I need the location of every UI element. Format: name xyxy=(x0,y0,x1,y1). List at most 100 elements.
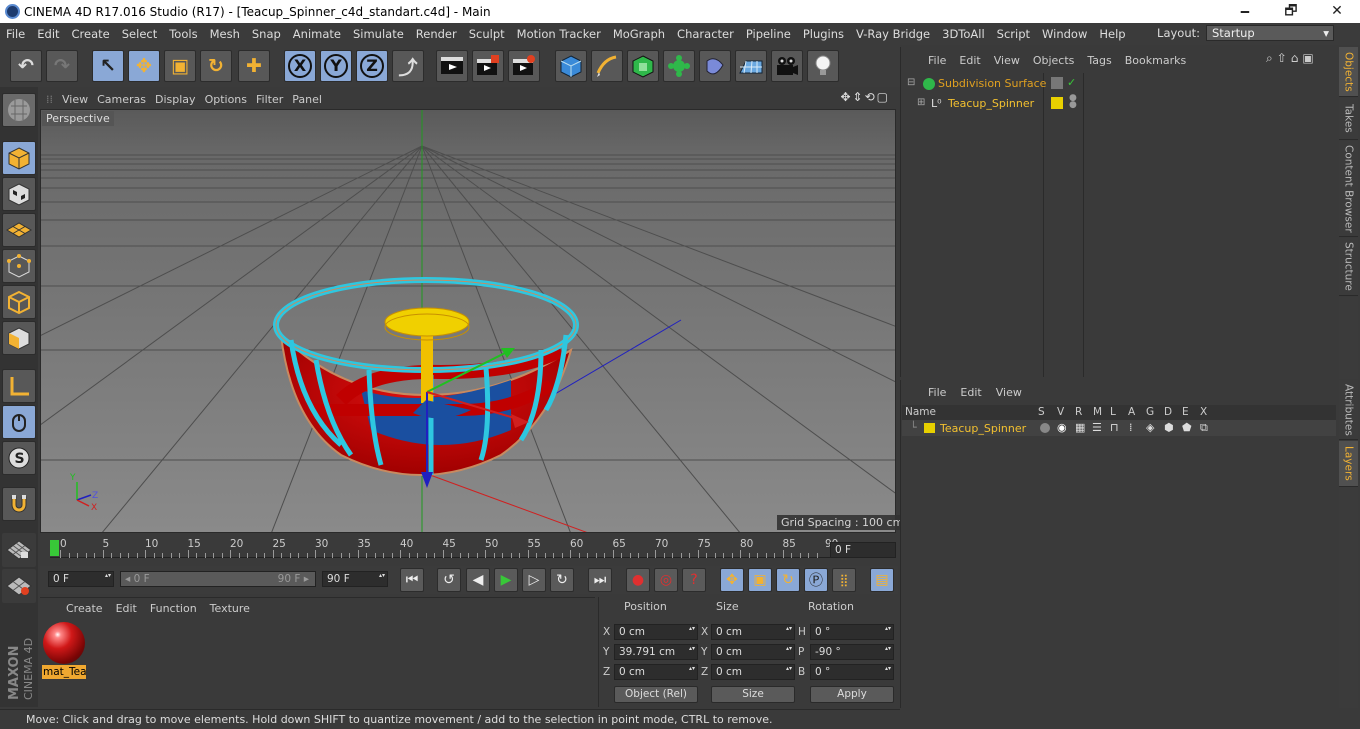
layer-xref-icon[interactable]: ⧉ xyxy=(1200,421,1208,435)
layer-col-view[interactable]: V xyxy=(1057,406,1064,418)
size-x-field[interactable]: 0 cm xyxy=(711,624,795,640)
menu-character[interactable]: Character xyxy=(671,27,740,41)
layer-deformer-icon[interactable]: ⬢ xyxy=(1164,421,1174,434)
layer-col-render[interactable]: R xyxy=(1075,406,1082,418)
size-z-field[interactable]: 0 cm xyxy=(711,664,795,680)
3d-viewport[interactable]: Y Z X xyxy=(40,109,896,533)
object-manager-nav-icons[interactable]: ⌕⇧⌂▣ xyxy=(1266,51,1318,66)
layer-lock-icon[interactable]: ⊓ xyxy=(1110,421,1119,434)
menu-animate[interactable]: Animate xyxy=(287,27,347,41)
layer-col-manager[interactable]: M xyxy=(1093,406,1102,418)
camera-icon[interactable] xyxy=(771,50,803,82)
object-menu-edit[interactable]: Edit xyxy=(959,54,993,67)
current-frame-field[interactable]: 0 F xyxy=(830,542,896,558)
menu-mesh[interactable]: Mesh xyxy=(204,27,246,41)
object-menu-objects[interactable]: Objects xyxy=(1033,54,1088,67)
layer-row[interactable]: └ Teacup_Spinner ◉ ▦ ☰ ⊓ ⁞ ◈ ⬢ ⬟ ⧉ xyxy=(902,420,1336,436)
layer-col-generators[interactable]: G xyxy=(1146,406,1154,418)
coordinate-system-icon[interactable]: ⤴ xyxy=(392,50,424,82)
light-bulb-icon[interactable] xyxy=(807,50,839,82)
object-menu-view[interactable]: View xyxy=(994,54,1033,67)
redo-icon[interactable]: ↷ xyxy=(46,50,78,82)
workplane-grid-icon[interactable] xyxy=(2,569,36,603)
layer-col-expressions[interactable]: E xyxy=(1182,406,1189,418)
pen-spline-icon[interactable] xyxy=(591,50,623,82)
y-axis-lock-button[interactable]: Y xyxy=(320,50,352,82)
object-menu-tags[interactable]: Tags xyxy=(1087,54,1124,67)
workplane-lock-icon[interactable] xyxy=(2,533,36,567)
tab-content-browser[interactable]: Content Browser xyxy=(1339,141,1358,237)
layer-col-locked[interactable]: L xyxy=(1110,406,1116,418)
object-name-teacup[interactable]: Teacup_Spinner xyxy=(948,97,1034,110)
menu-simulate[interactable]: Simulate xyxy=(347,27,410,41)
minimize-button[interactable]: 🗕 xyxy=(1222,0,1268,23)
render-picture-viewer-icon[interactable] xyxy=(472,50,504,82)
key-parameter-icon[interactable]: Ⓟ xyxy=(804,568,828,592)
timeline[interactable]: 051015202530354045505560657075808590 0 F xyxy=(40,536,898,566)
menu-help[interactable]: Help xyxy=(1093,27,1131,41)
key-point-level-icon[interactable]: ⣿ xyxy=(832,568,856,592)
menu-file[interactable]: File xyxy=(0,27,31,41)
snapping-magnet-icon[interactable] xyxy=(2,487,36,521)
viewport-menu-panel[interactable]: Panel xyxy=(292,93,331,106)
floor-scene-icon[interactable] xyxy=(735,50,767,82)
next-frame-icon[interactable]: ▷ xyxy=(522,568,546,592)
subdivision-surface-icon[interactable] xyxy=(627,50,659,82)
end-frame-field[interactable]: 90 F xyxy=(322,571,388,587)
viewport-menu-cameras[interactable]: Cameras xyxy=(97,93,155,106)
rotate-tool-icon[interactable]: ↻ xyxy=(200,50,232,82)
enabled-check-icon[interactable]: ✓ xyxy=(1067,76,1076,89)
go-to-end-icon[interactable]: ⏭ xyxy=(588,568,612,592)
z-axis-lock-button[interactable]: Z xyxy=(356,50,388,82)
layer-generator-icon[interactable]: ◈ xyxy=(1146,421,1154,434)
menu-window[interactable]: Window xyxy=(1036,27,1093,41)
start-frame-field[interactable]: 0 F xyxy=(48,571,114,587)
object-menu-bookmarks[interactable]: Bookmarks xyxy=(1125,54,1199,67)
previous-key-icon[interactable]: ↺ xyxy=(437,568,461,592)
next-key-icon[interactable]: ↻ xyxy=(550,568,574,592)
play-forward-icon[interactable]: ▶ xyxy=(494,568,518,592)
menu-create[interactable]: Create xyxy=(66,27,116,41)
texture-mode-icon[interactable] xyxy=(2,177,36,211)
material-menu-edit[interactable]: Edit xyxy=(116,602,150,615)
position-x-field[interactable]: 0 cm xyxy=(614,624,698,640)
deformer-icon[interactable] xyxy=(699,50,731,82)
position-z-field[interactable]: 0 cm xyxy=(614,664,698,680)
key-position-icon[interactable]: ✥ xyxy=(720,568,744,592)
coordinate-mode-dropdown[interactable]: Object (Rel) xyxy=(614,686,698,703)
menu-render[interactable]: Render xyxy=(410,27,463,41)
position-y-field[interactable]: 39.791 cm xyxy=(614,644,698,660)
layer-animation-icon[interactable]: ⁞ xyxy=(1129,421,1133,434)
apply-button[interactable]: Apply xyxy=(810,686,894,703)
tab-takes[interactable]: Takes xyxy=(1339,98,1358,140)
key-rotation-icon[interactable]: ↻ xyxy=(776,568,800,592)
layer-menu-view[interactable]: View xyxy=(996,386,1036,399)
menu-pipeline[interactable]: Pipeline xyxy=(740,27,797,41)
edges-mode-icon[interactable] xyxy=(2,285,36,319)
autokeying-icon[interactable]: ◎ xyxy=(654,568,678,592)
layer-color-swatch[interactable] xyxy=(924,423,935,433)
size-y-field[interactable]: 0 cm xyxy=(711,644,795,660)
cube-primitive-icon[interactable] xyxy=(555,50,587,82)
material-menu-function[interactable]: Function xyxy=(150,602,210,615)
model-mode-icon[interactable] xyxy=(2,141,36,175)
viewport-menu-options[interactable]: Options xyxy=(205,93,256,106)
layer-col-xref[interactable]: X xyxy=(1200,406,1207,418)
render-settings-icon[interactable] xyxy=(508,50,540,82)
tree-expand-icon[interactable]: ⊟ xyxy=(907,77,915,88)
menu-script[interactable]: Script xyxy=(991,27,1036,41)
material-name[interactable]: mat_Tea xyxy=(42,665,86,679)
tab-attributes[interactable]: Attributes xyxy=(1339,380,1358,440)
menu-motion-tracker[interactable]: Motion Tracker xyxy=(511,27,607,41)
menu-sculpt[interactable]: Sculpt xyxy=(463,27,511,41)
menu-mograph[interactable]: MoGraph xyxy=(607,27,671,41)
menu-edit[interactable]: Edit xyxy=(31,27,65,41)
layer-menu-file[interactable]: File xyxy=(902,386,960,399)
cloner-icon[interactable] xyxy=(663,50,695,82)
timeline-window-icon[interactable]: ▤ xyxy=(870,568,894,592)
rotation-b-field[interactable]: 0 ° xyxy=(810,664,894,680)
record-keys-icon[interactable]: ● xyxy=(626,568,650,592)
viewport-navigation-icons[interactable]: ✥⇕⟲▢ xyxy=(840,90,890,104)
move-tool-icon[interactable]: ✥ xyxy=(128,50,160,82)
frame-range-slider[interactable]: ◂ 0 F 90 F ▸ xyxy=(120,571,316,587)
